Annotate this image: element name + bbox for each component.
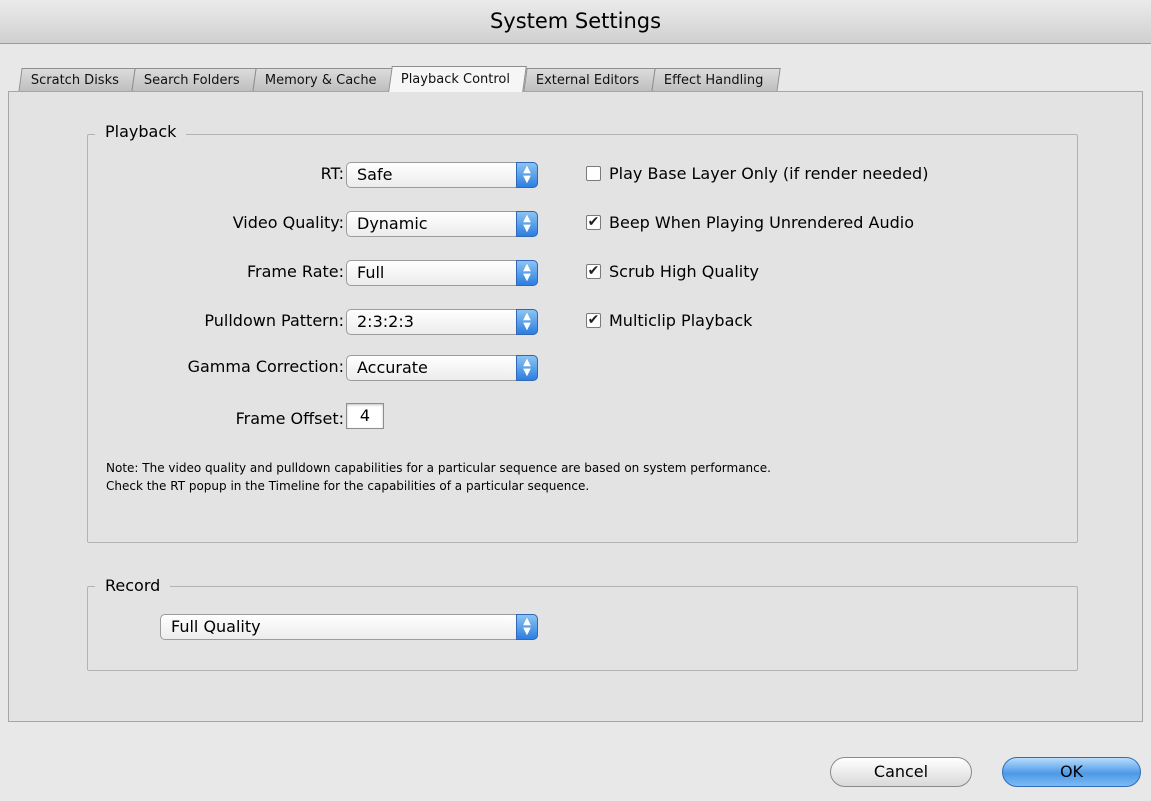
record-quality-popup[interactable]: Full Quality ▲ ▼ <box>160 614 538 640</box>
pulldown-pattern-value: 2:3:2:3 <box>357 312 414 331</box>
multiclip-playback-checkbox-row[interactable]: ✔ Multiclip Playback <box>586 311 752 330</box>
ok-button[interactable]: OK <box>1002 757 1141 787</box>
playback-note-line-2: Check the RT popup in the Timeline for t… <box>106 479 590 493</box>
frame-offset-label: Frame Offset: <box>235 409 344 428</box>
window-title-bar: System Settings <box>0 0 1151 44</box>
playback-group-title: Playback <box>95 122 187 141</box>
cancel-button[interactable]: Cancel <box>830 757 972 787</box>
tab-playback-control[interactable]: Playback Control <box>388 66 528 92</box>
popup-arrows-icon: ▲ ▼ <box>516 309 538 335</box>
tab-external-editors[interactable]: External Editors <box>522 68 656 92</box>
checkmark-icon[interactable]: ✔ <box>586 313 601 328</box>
video-quality-value: Dynamic <box>357 214 428 233</box>
beep-unrendered-audio-label: Beep When Playing Unrendered Audio <box>609 213 914 232</box>
scrub-high-quality-label: Scrub High Quality <box>609 262 759 281</box>
pulldown-pattern-popup[interactable]: 2:3:2:3 ▲ ▼ <box>346 309 538 335</box>
play-base-layer-label: Play Base Layer Only (if render needed) <box>609 164 929 183</box>
popup-arrows-icon: ▲ ▼ <box>516 355 538 381</box>
record-group-title: Record <box>95 576 171 595</box>
video-quality-popup[interactable]: Dynamic ▲ ▼ <box>346 211 538 237</box>
frame-offset-field[interactable]: 4 <box>346 403 384 429</box>
tab-effect-handling[interactable]: Effect Handling <box>651 68 781 92</box>
popup-arrows-icon: ▲ ▼ <box>516 260 538 286</box>
frame-rate-value: Full <box>357 263 385 282</box>
tab-search-folders[interactable]: Search Folders <box>131 68 257 92</box>
play-base-layer-checkbox[interactable] <box>586 166 601 181</box>
checkmark-icon[interactable]: ✔ <box>586 215 601 230</box>
scrub-high-quality-checkbox-row[interactable]: ✔ Scrub High Quality <box>586 262 759 281</box>
rt-label: RT: <box>320 164 344 183</box>
gamma-correction-popup[interactable]: Accurate ▲ ▼ <box>346 355 538 381</box>
rt-value: Safe <box>357 165 393 184</box>
popup-arrows-icon: ▲ ▼ <box>516 614 538 640</box>
tab-memory-cache[interactable]: Memory & Cache <box>252 68 394 92</box>
tab-bar: Scratch Disks Search Folders Memory & Ca… <box>18 66 781 92</box>
video-quality-label: Video Quality: <box>232 213 344 232</box>
window-title: System Settings <box>489 9 662 33</box>
multiclip-playback-label: Multiclip Playback <box>609 311 753 330</box>
popup-arrows-icon: ▲ ▼ <box>516 162 538 188</box>
popup-arrows-icon: ▲ ▼ <box>516 211 538 237</box>
settings-panel: Playback RT: Safe ▲ ▼ Video Quality: Dyna… <box>8 91 1143 722</box>
play-base-layer-checkbox-row[interactable]: Play Base Layer Only (if render needed) <box>586 164 928 183</box>
tab-scratch-disks[interactable]: Scratch Disks <box>18 68 136 92</box>
gamma-correction-label: Gamma Correction: <box>187 357 344 376</box>
gamma-correction-value: Accurate <box>357 358 428 377</box>
playback-note-line-1: Note: The video quality and pulldown cap… <box>106 461 771 475</box>
rt-popup[interactable]: Safe ▲ ▼ <box>346 162 538 188</box>
checkmark-icon[interactable]: ✔ <box>586 264 601 279</box>
pulldown-pattern-label: Pulldown Pattern: <box>204 311 344 330</box>
frame-rate-label: Frame Rate: <box>246 262 344 281</box>
record-quality-value: Full Quality <box>171 617 261 636</box>
beep-unrendered-audio-checkbox-row[interactable]: ✔ Beep When Playing Unrendered Audio <box>586 213 914 232</box>
frame-rate-popup[interactable]: Full ▲ ▼ <box>346 260 538 286</box>
